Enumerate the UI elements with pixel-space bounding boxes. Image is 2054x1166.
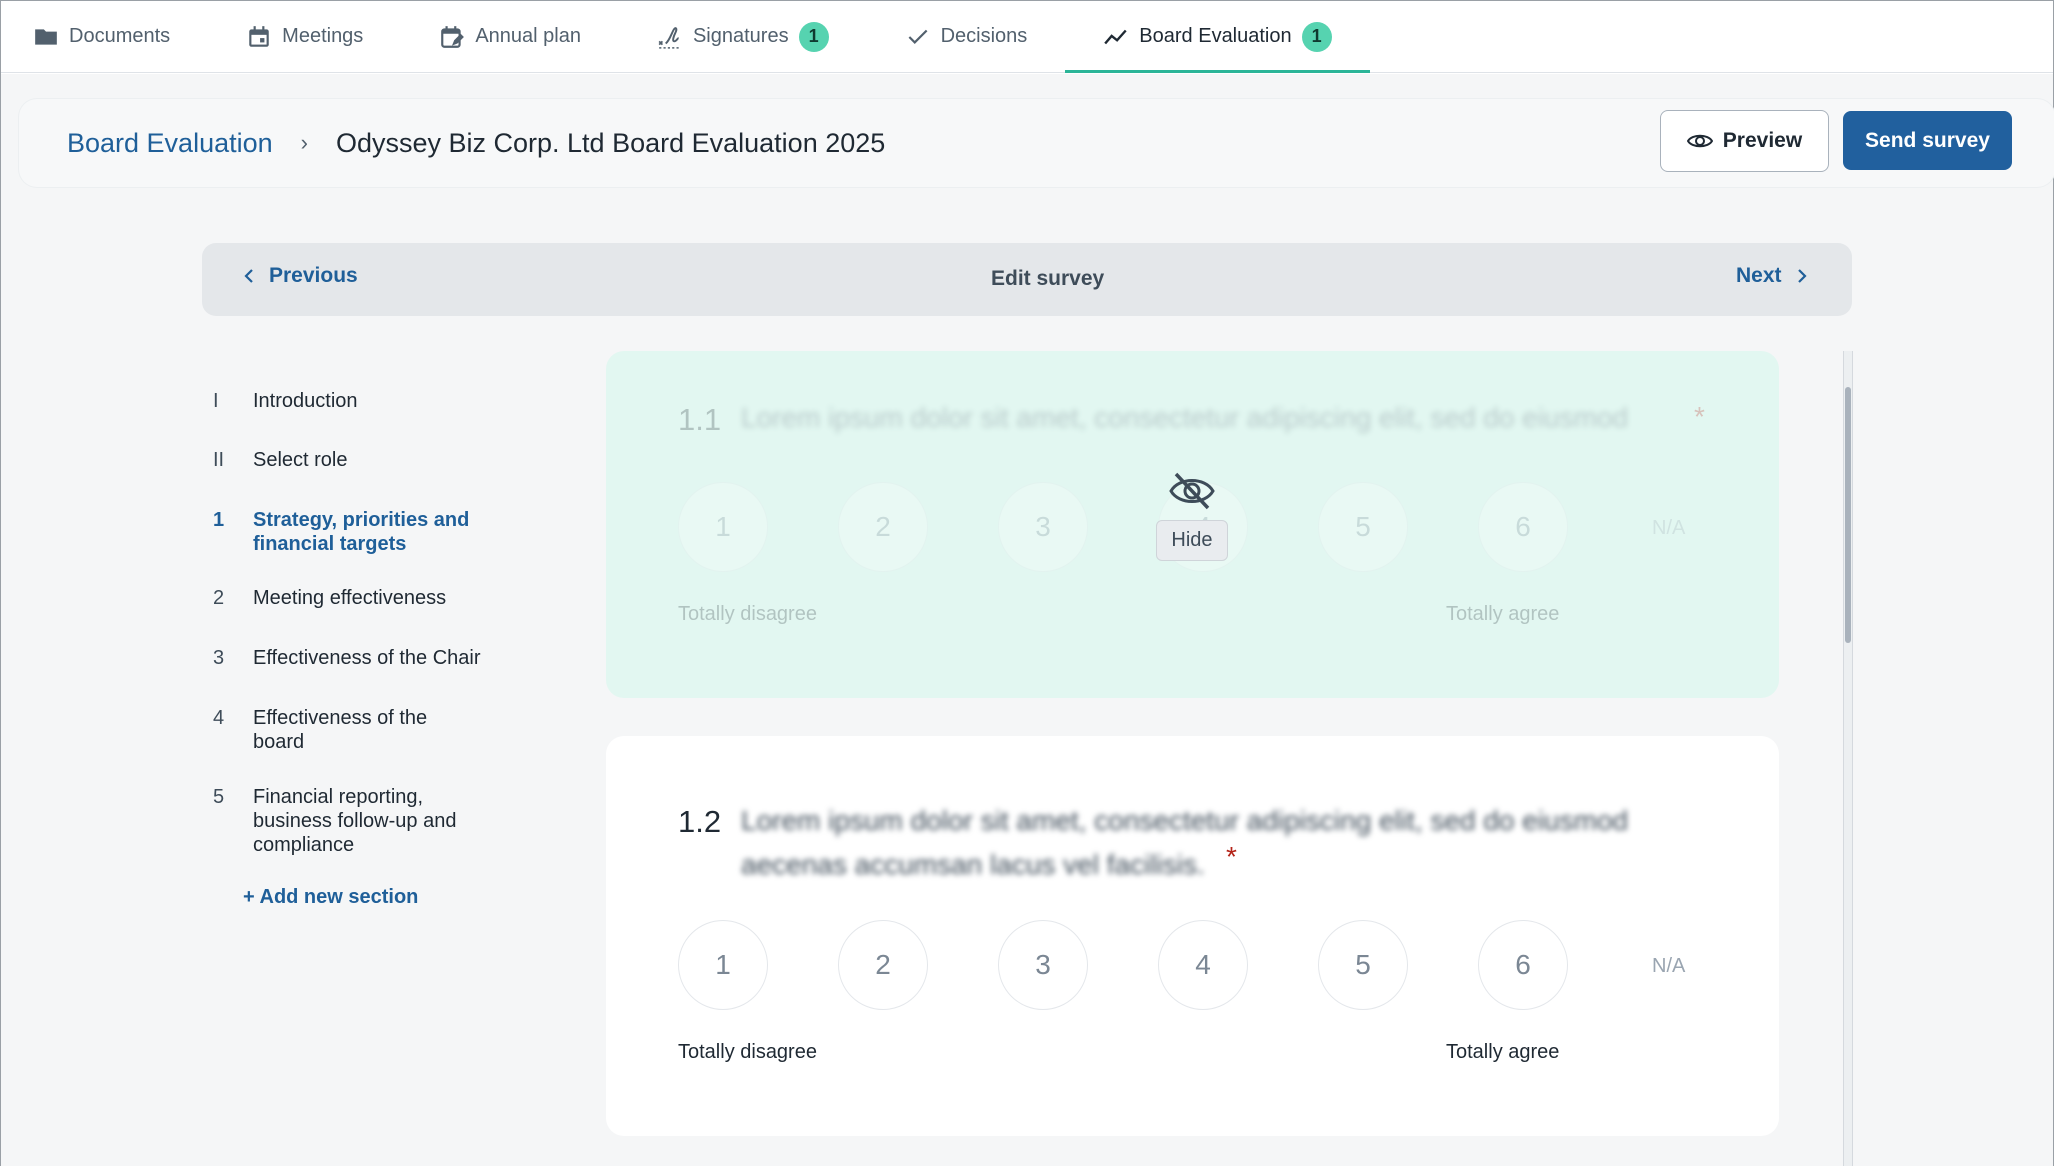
rating-option-6[interactable]: 6 [1478,920,1568,1010]
section-number: 3 [213,647,225,669]
question-text: Lorem ipsum dolor sit amet, consectetur … [741,402,1629,433]
calendar-icon [249,25,269,47]
preview-label: Preview [1722,129,1803,152]
previous-button[interactable]: Previous [243,264,358,288]
eye-icon [1686,134,1713,148]
edit-survey-title: Edit survey [991,267,1105,290]
section-item-effectiveness-board[interactable]: 4 Effectiveness of the board [213,706,463,754]
tab-label: Annual plan [475,25,581,47]
signature-icon [658,26,681,49]
rating-option-1[interactable]: 1 [678,482,768,572]
chevron-right-icon: › [300,130,308,155]
rating-option-5[interactable]: 5 [1318,482,1408,572]
section-label: Financial reporting, business follow-up … [253,786,457,856]
section-number: I [213,390,219,412]
hide-tooltip: Hide [1156,520,1228,561]
tab-label: Decisions [940,25,1028,47]
section-label: Introduction [253,390,358,412]
section-label: Strategy, priorities and financial targe… [253,509,470,555]
tab-meetings[interactable]: Meetings [208,1,401,72]
section-label: Effectiveness of the board [253,707,428,753]
required-mark: * [1226,841,1237,872]
folder-icon [35,28,57,45]
question-text-line-1: Lorem ipsum dolor sit amet, consectetur … [741,805,1629,836]
section-number: 1 [213,509,225,531]
rating-option-4[interactable]: 4 [1158,920,1248,1010]
signatures-count-badge: 1 [798,21,829,52]
section-number: 2 [213,587,225,609]
section-label: Select role [253,449,348,471]
section-item-strategy[interactable]: 1 Strategy, priorities and financial tar… [213,508,483,556]
scale-low-label: Totally disagree [678,603,817,625]
hide-question-toggle[interactable]: Hide [1154,470,1230,561]
breadcrumb-board-evaluation-link[interactable]: Board Evaluation [67,128,273,159]
checkmark-icon [908,29,928,44]
tab-signatures[interactable]: Signatures 1 [619,1,867,72]
section-label: Effectiveness of the Chair [253,647,481,669]
rating-option-2[interactable]: 2 [838,482,928,572]
page-title: Odyssey Biz Corp. Ltd Board Evaluation 2… [335,127,886,158]
tab-label: Signatures [692,25,789,47]
rating-option-2[interactable]: 2 [838,920,928,1010]
chevron-left-icon [244,269,253,283]
section-number: II [213,449,225,471]
rating-option-1[interactable]: 1 [678,920,768,1010]
eye-off-icon [1169,472,1215,510]
rating-option-3[interactable]: 3 [998,920,1088,1010]
section-number: 4 [213,707,225,729]
scale-high-label: Totally agree [1446,1041,1560,1063]
question-number: 1.2 [678,804,722,839]
tab-board-evaluation[interactable]: Board Evaluation 1 [1065,1,1370,73]
rating-option-6[interactable]: 6 [1478,482,1568,572]
next-button[interactable]: Next [1736,264,1808,288]
chevron-right-icon [1797,269,1807,283]
send-survey-button[interactable]: Send survey [1843,111,2012,170]
tab-documents[interactable]: Documents [33,1,208,72]
trend-line-icon [1104,29,1127,44]
section-item-introduction[interactable]: I Introduction [213,389,533,413]
scrollbar-thumb[interactable] [1845,387,1851,643]
scale-high-label: Totally agree [1446,603,1560,625]
section-item-effectiveness-chair[interactable]: 3 Effectiveness of the Chair [213,646,533,670]
tab-decisions[interactable]: Decisions [867,1,1066,72]
rating-option-5[interactable]: 5 [1318,920,1408,1010]
rating-option-na[interactable]: N/A [1652,955,1685,978]
section-number: 5 [213,786,225,808]
required-mark: * [1694,401,1705,432]
question-card: 1.2 Lorem ipsum dolor sit amet, consecte… [606,736,1779,1136]
tab-label: Meetings [282,25,364,47]
rating-option-na[interactable]: N/A [1652,517,1685,540]
add-new-section-button[interactable]: + Add new section [243,886,418,909]
question-text-line-2: aecenas accumsan lacus vel facilisis. [741,849,1205,880]
section-label: Meeting effectiveness [253,587,447,609]
section-item-financial-reporting[interactable]: 5 Financial reporting, business follow-u… [213,785,483,857]
tab-label: Board Evaluation [1139,25,1292,47]
section-item-select-role[interactable]: II Select role [213,448,533,472]
board-evaluation-count-badge: 1 [1301,21,1332,52]
next-label: Next [1736,264,1782,287]
preview-button[interactable]: Preview [1660,110,1829,172]
section-item-meeting-effectiveness[interactable]: 2 Meeting effectiveness [213,586,533,610]
question-number: 1.1 [678,402,722,437]
rating-option-3[interactable]: 3 [998,482,1088,572]
tab-annual-plan[interactable]: Annual plan [401,1,619,72]
tab-label: Documents [69,25,171,47]
top-navigation: Documents Meetings Annual plan Signature… [1,1,2053,73]
calendar-edit-icon [441,25,465,48]
previous-label: Previous [269,264,358,287]
scale-low-label: Totally disagree [678,1041,817,1063]
